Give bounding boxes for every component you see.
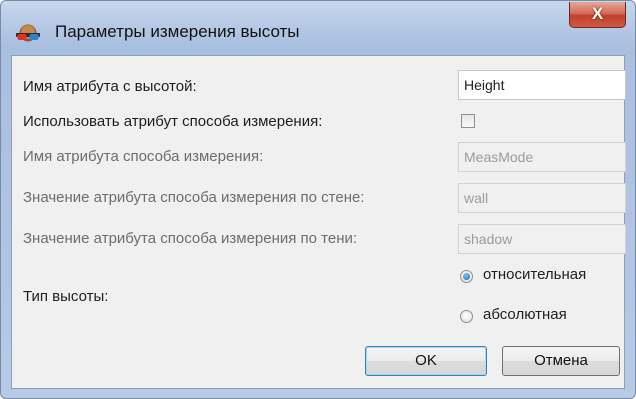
radio-absolute-label[interactable]: абсолютная: [483, 306, 567, 323]
radio-relative-label[interactable]: относительная: [483, 266, 586, 283]
height-attribute-input[interactable]: Height: [458, 70, 626, 100]
wall-value-input[interactable]: wall: [458, 183, 626, 213]
height-type-label: Тип высоты:: [23, 288, 109, 305]
mode-attribute-label: Имя атрибута способа измерения:: [23, 148, 264, 165]
use-mode-attribute-label: Использовать атрибут способа измерения:: [23, 113, 323, 130]
radio-absolute[interactable]: [460, 310, 473, 323]
radio-relative[interactable]: [460, 270, 473, 283]
height-attribute-label: Имя атрибута с высотой:: [23, 78, 197, 95]
stereo-glasses-icon: [16, 24, 40, 42]
ok-button[interactable]: OK: [365, 346, 487, 376]
shadow-value-input[interactable]: shadow: [458, 224, 626, 254]
wall-value-label: Значение атрибута способа измерения по с…: [23, 189, 365, 206]
dialog-client-area: Имя атрибута с высотой: Height Использов…: [11, 55, 626, 389]
title-bar[interactable]: Параметры измерения высоты X: [1, 1, 635, 55]
mode-attribute-input[interactable]: MeasMode: [458, 142, 626, 172]
shadow-value-label: Значение атрибута способа измерения по т…: [23, 230, 358, 247]
use-mode-attribute-checkbox[interactable]: [461, 114, 475, 128]
close-icon: X: [591, 4, 604, 23]
cancel-button[interactable]: Отмена: [502, 346, 620, 376]
dialog-window: Параметры измерения высоты X Имя атрибут…: [0, 0, 636, 399]
window-title: Параметры измерения высоты: [55, 22, 300, 41]
close-button[interactable]: X: [569, 2, 626, 28]
